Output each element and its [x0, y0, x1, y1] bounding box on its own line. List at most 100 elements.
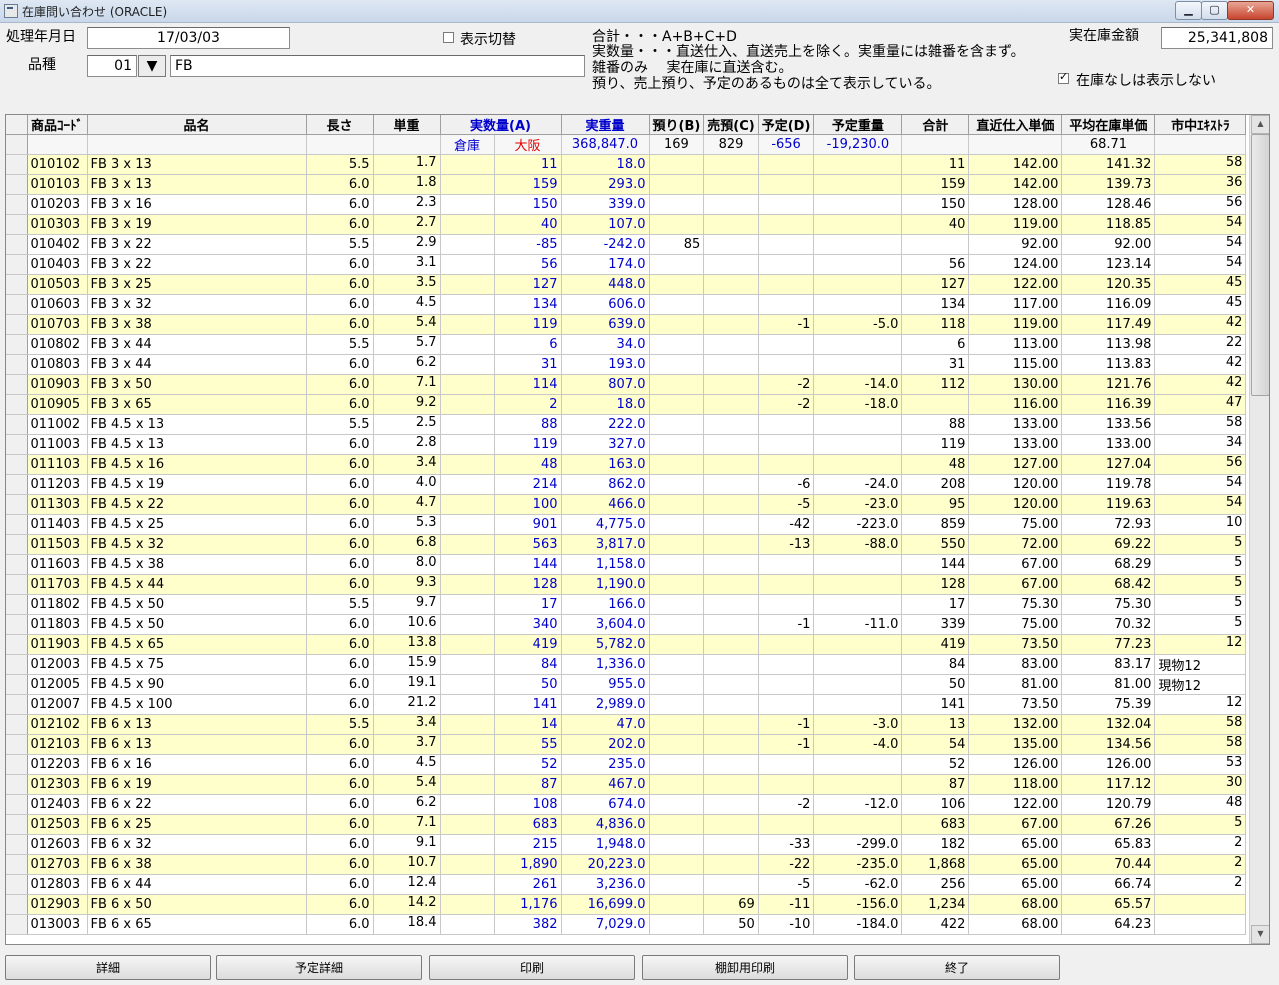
row-planned-weight[interactable]: -23.0 [813, 494, 903, 515]
row-osaka[interactable] [440, 374, 495, 395]
table-row[interactable]: 012503 FB 6 x 25 6.0 7.1 683 4,836.0 683 67.00 6… [6, 814, 1247, 835]
row-code[interactable]: 012303 [27, 774, 88, 795]
row-last-price[interactable]: 73.50 [968, 694, 1063, 715]
row-avg-price[interactable]: 132.04 [1061, 714, 1156, 735]
row-code[interactable]: 012007 [27, 694, 88, 715]
row-planned[interactable]: -11 [758, 894, 815, 915]
row-avg-price[interactable]: 120.35 [1061, 274, 1156, 295]
row-code[interactable]: 012803 [27, 874, 88, 895]
row-quantity[interactable]: 56 [494, 254, 562, 275]
row-name[interactable]: FB 4.5 x 50 [87, 614, 307, 635]
header-name[interactable]: 品名 [87, 115, 307, 135]
row-weight[interactable]: 293.0 [561, 174, 650, 195]
row-total[interactable]: 6 [901, 334, 970, 355]
row-name[interactable]: FB 3 x 13 [87, 174, 307, 195]
row-last-price[interactable]: 135.00 [968, 734, 1063, 755]
row-planned-weight[interactable] [813, 294, 903, 315]
row-planned-weight[interactable] [813, 554, 903, 575]
header-weight[interactable]: 実重量 [561, 115, 650, 135]
row-planned[interactable]: -10 [758, 914, 815, 935]
row-last-price[interactable]: 142.00 [968, 154, 1063, 175]
hide-zero-checkbox[interactable] [1058, 70, 1069, 84]
row-avg-price[interactable]: 113.98 [1061, 334, 1156, 355]
row-osaka[interactable] [440, 774, 495, 795]
row-weight[interactable]: 339.0 [561, 194, 650, 215]
row-code[interactable]: 011103 [27, 454, 88, 475]
row-osaka[interactable] [440, 254, 495, 275]
row-planned[interactable]: -2 [758, 374, 815, 395]
row-header-cell[interactable] [6, 914, 28, 935]
row-last-price[interactable]: 65.00 [968, 874, 1063, 895]
row-planned[interactable] [758, 594, 815, 615]
row-last-price[interactable]: 133.00 [968, 414, 1063, 435]
row-unit-weight[interactable]: 2.3 [373, 194, 441, 215]
row-last-price[interactable]: 130.00 [968, 374, 1063, 395]
header-last-price[interactable]: 直近仕入単価 [968, 115, 1063, 135]
row-code[interactable]: 011503 [27, 534, 88, 555]
row-planned-weight[interactable]: -156.0 [813, 894, 903, 915]
row-quantity[interactable]: 215 [494, 834, 562, 855]
row-osaka[interactable] [440, 154, 495, 175]
row-code[interactable]: 012005 [27, 674, 88, 695]
row-code[interactable]: 010803 [27, 354, 88, 375]
row-code[interactable]: 012003 [27, 654, 88, 675]
row-name[interactable]: FB 6 x 19 [87, 774, 307, 795]
table-row[interactable]: 010303 FB 3 x 19 6.0 2.7 40 107.0 40 119.00 118.… [6, 214, 1247, 235]
row-last-price[interactable]: 115.00 [968, 354, 1063, 375]
row-quantity[interactable]: 88 [494, 414, 562, 435]
kind-name-field[interactable]: FB [170, 55, 585, 77]
row-weight[interactable]: 4,836.0 [561, 814, 650, 835]
row-weight[interactable]: 16,699.0 [561, 894, 650, 915]
stock-grid[interactable]: 商品ｺｰﾄﾞ 品名 長さ 単重 実数量(A) 実重量 預り(B) 売預(C) 予… [5, 114, 1270, 945]
row-osaka[interactable] [440, 394, 495, 415]
row-unit-weight[interactable]: 3.4 [373, 454, 441, 475]
row-quantity[interactable]: 50 [494, 674, 562, 695]
row-sales-deposit[interactable] [703, 614, 759, 635]
row-name[interactable]: FB 4.5 x 25 [87, 514, 307, 535]
row-deposit[interactable] [649, 274, 705, 295]
row-avg-price[interactable]: 113.83 [1061, 354, 1156, 375]
row-length[interactable]: 6.0 [306, 894, 374, 915]
row-quantity[interactable]: 144 [494, 554, 562, 575]
table-row[interactable]: 010203 FB 3 x 16 6.0 2.3 150 339.0 150 128.00 12… [6, 194, 1247, 215]
row-weight[interactable]: 1,190.0 [561, 574, 650, 595]
row-osaka[interactable] [440, 194, 495, 215]
row-length[interactable]: 6.0 [306, 254, 374, 275]
row-length[interactable]: 6.0 [306, 794, 374, 815]
row-length[interactable]: 6.0 [306, 654, 374, 675]
row-name[interactable]: FB 3 x 65 [87, 394, 307, 415]
table-row[interactable]: 010803 FB 3 x 44 6.0 6.2 31 193.0 31 115.00 113.… [6, 354, 1247, 375]
row-last-price[interactable]: 116.00 [968, 394, 1063, 415]
row-last-price[interactable]: 122.00 [968, 794, 1063, 815]
row-deposit[interactable] [649, 814, 705, 835]
row-unit-weight[interactable]: 9.7 [373, 594, 441, 615]
row-avg-price[interactable]: 128.46 [1061, 194, 1156, 215]
row-header-cell[interactable] [6, 634, 28, 655]
row-code[interactable]: 010303 [27, 214, 88, 235]
row-avg-price[interactable]: 133.00 [1061, 434, 1156, 455]
row-planned[interactable] [758, 694, 815, 715]
row-quantity[interactable]: 214 [494, 474, 562, 495]
row-quantity[interactable]: 159 [494, 174, 562, 195]
row-quantity[interactable]: 128 [494, 574, 562, 595]
row-length[interactable]: 6.0 [306, 914, 374, 935]
row-total[interactable]: 683 [901, 814, 970, 835]
row-osaka[interactable] [440, 574, 495, 595]
row-avg-price[interactable]: 68.42 [1061, 574, 1156, 595]
row-total[interactable]: 11 [901, 154, 970, 175]
row-extra[interactable]: 30 [1154, 774, 1247, 795]
row-unit-weight[interactable]: 1.8 [373, 174, 441, 195]
table-row[interactable]: 011803 FB 4.5 x 50 6.0 10.6 340 3,604.0 -1 -11.… [6, 614, 1247, 635]
table-row[interactable]: 010703 FB 3 x 38 6.0 5.4 119 639.0 -1 -5.0 118 11… [6, 314, 1247, 335]
row-planned-weight[interactable] [813, 174, 903, 195]
row-last-price[interactable]: 119.00 [968, 314, 1063, 335]
row-quantity[interactable]: 100 [494, 494, 562, 515]
row-total[interactable]: 31 [901, 354, 970, 375]
row-header-cell[interactable] [6, 514, 28, 535]
row-deposit[interactable] [649, 714, 705, 735]
row-osaka[interactable] [440, 334, 495, 355]
row-osaka[interactable] [440, 414, 495, 435]
row-deposit[interactable]: 85 [649, 234, 705, 255]
row-sales-deposit[interactable] [703, 274, 759, 295]
row-planned[interactable] [758, 434, 815, 455]
